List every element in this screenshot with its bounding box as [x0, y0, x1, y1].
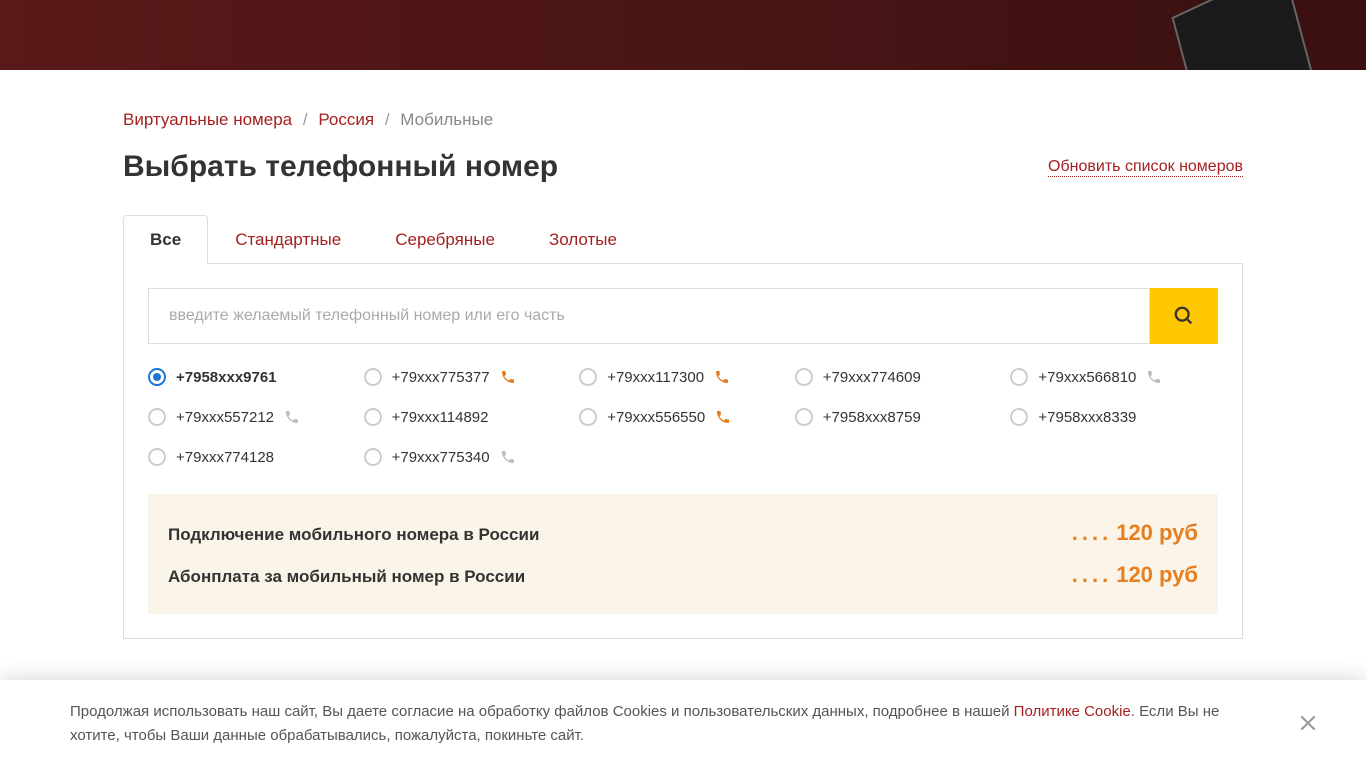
phone-icon	[1146, 369, 1162, 385]
tab-3[interactable]: Золотые	[522, 215, 644, 264]
number-option[interactable]: +79xxx775340	[364, 448, 572, 466]
pricing-value: ....120 руб	[1072, 520, 1198, 546]
phone-icon	[714, 369, 730, 385]
hero-banner	[0, 0, 1366, 70]
cookie-banner: Продолжая использовать наш сайт, Вы дает…	[0, 680, 1366, 768]
cookie-policy-link[interactable]: Политике Cookie	[1014, 703, 1131, 720]
radio-icon	[1010, 368, 1028, 386]
tab-0[interactable]: Все	[123, 215, 208, 264]
phone-icon	[500, 369, 516, 385]
number-label: +7958xxx9761	[176, 369, 277, 386]
number-option[interactable]: +79xxx556550	[579, 408, 787, 426]
number-option[interactable]: +79xxx117300	[579, 368, 787, 386]
number-label: +79xxx775340	[392, 449, 490, 466]
phone-icon	[715, 409, 731, 425]
radio-icon	[795, 368, 813, 386]
radio-icon	[795, 408, 813, 426]
number-label: +79xxx117300	[607, 369, 704, 386]
cookie-close-button[interactable]	[1290, 700, 1326, 748]
breadcrumb-sep: /	[385, 110, 390, 129]
pricing-label: Подключение мобильного номера в России	[168, 525, 539, 545]
radio-icon	[364, 408, 382, 426]
refresh-numbers-link[interactable]: Обновить список номеров	[1048, 158, 1243, 177]
tab-content: +7958xxx9761 +79xxx775377 +79xxx117300 +79x…	[123, 264, 1243, 639]
pricing-value: ....120 руб	[1072, 562, 1198, 588]
phone-icon	[500, 449, 516, 465]
radio-icon	[148, 448, 166, 466]
numbers-grid: +7958xxx9761 +79xxx775377 +79xxx117300 +79x…	[148, 368, 1218, 466]
radio-icon	[148, 368, 166, 386]
number-label: +79xxx557212	[176, 409, 274, 426]
search-icon	[1173, 305, 1195, 327]
number-option[interactable]: +79xxx566810	[1010, 368, 1218, 386]
pricing-box: Подключение мобильного номера в России..…	[148, 494, 1218, 614]
tab-1[interactable]: Стандартные	[208, 215, 368, 264]
number-option[interactable]: +79xxx774128	[148, 448, 356, 466]
number-option[interactable]: +7958xxx8339	[1010, 408, 1218, 426]
number-label: +79xxx775377	[392, 369, 490, 386]
radio-icon	[364, 448, 382, 466]
number-label: +79xxx556550	[607, 409, 705, 426]
page-title: Выбрать телефонный номер	[123, 150, 558, 184]
number-label: +79xxx114892	[392, 409, 489, 426]
breadcrumb-current: Мобильные	[400, 110, 493, 129]
number-option[interactable]: +79xxx774609	[795, 368, 1003, 386]
radio-icon	[579, 368, 597, 386]
pricing-row: Абонплата за мобильный номер в России...…	[168, 554, 1198, 596]
breadcrumb: Виртуальные номера / Россия / Мобильные	[123, 70, 1243, 150]
number-option[interactable]: +79xxx114892	[364, 408, 572, 426]
tabs: ВсеСтандартныеСеребряныеЗолотые	[123, 214, 1243, 264]
number-option[interactable]: +7958xxx8759	[795, 408, 1003, 426]
breadcrumb-link-virtual-numbers[interactable]: Виртуальные номера	[123, 110, 292, 129]
number-label: +7958xxx8339	[1038, 409, 1136, 426]
search-button[interactable]	[1150, 288, 1218, 344]
number-option[interactable]: +79xxx775377	[364, 368, 572, 386]
phone-icon	[284, 409, 300, 425]
pricing-label: Абонплата за мобильный номер в России	[168, 567, 525, 587]
number-label: +79xxx566810	[1038, 369, 1136, 386]
breadcrumb-sep: /	[303, 110, 308, 129]
number-option[interactable]: +79xxx557212	[148, 408, 356, 426]
radio-icon	[148, 408, 166, 426]
tab-2[interactable]: Серебряные	[368, 215, 522, 264]
close-icon	[1298, 713, 1318, 733]
radio-icon	[364, 368, 382, 386]
radio-icon	[579, 408, 597, 426]
cookie-text-prefix: Продолжая использовать наш сайт, Вы дает…	[70, 703, 1014, 720]
cookie-text: Продолжая использовать наш сайт, Вы дает…	[70, 700, 1230, 748]
radio-icon	[1010, 408, 1028, 426]
search-input[interactable]	[148, 288, 1150, 344]
pricing-row: Подключение мобильного номера в России..…	[168, 512, 1198, 554]
breadcrumb-link-russia[interactable]: Россия	[318, 110, 374, 129]
number-option[interactable]: +7958xxx9761	[148, 368, 356, 386]
number-label: +7958xxx8759	[823, 409, 921, 426]
number-label: +79xxx774128	[176, 449, 274, 466]
number-label: +79xxx774609	[823, 369, 921, 386]
